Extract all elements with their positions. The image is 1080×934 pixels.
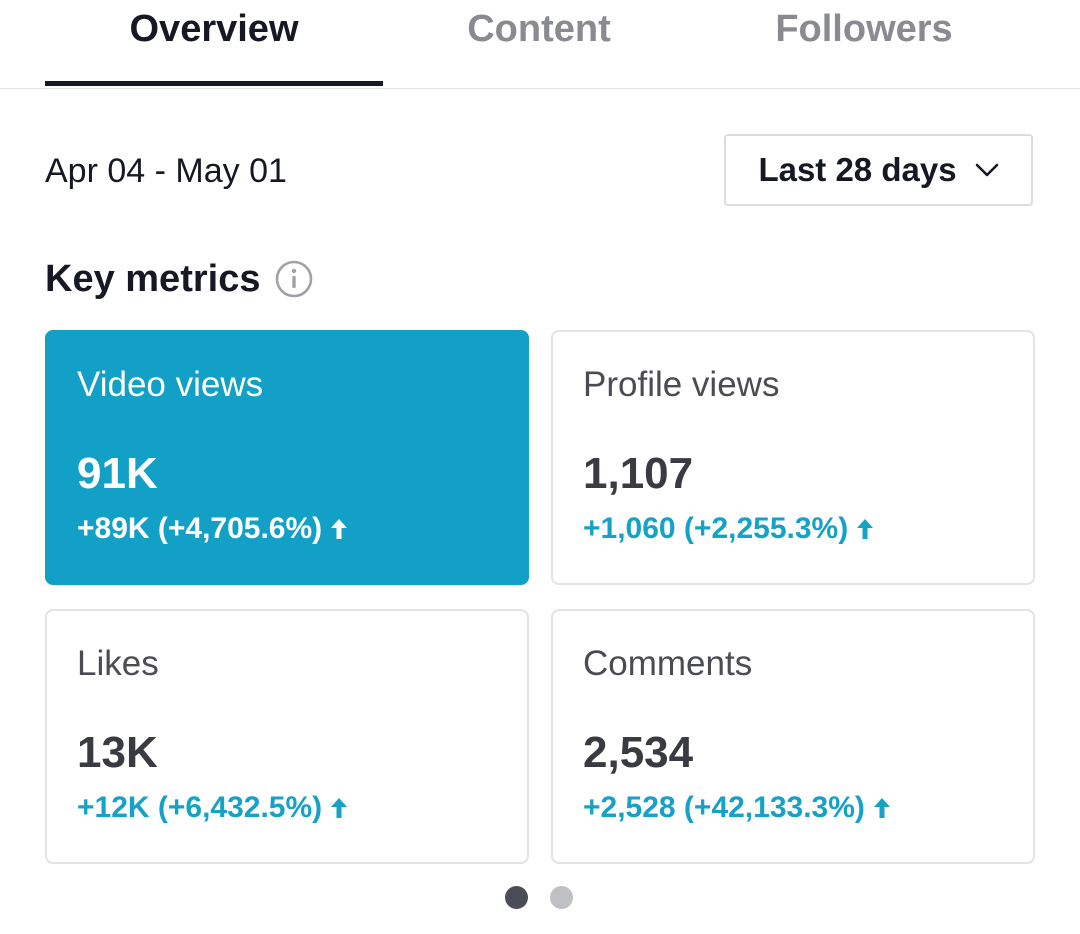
info-icon[interactable]: [274, 259, 314, 299]
date-range-text: Apr 04 - May 01: [45, 152, 287, 190]
chevron-down-icon: [975, 163, 999, 177]
metric-card-video-views[interactable]: Video views 91K +89K (+4,705.6%): [45, 330, 529, 585]
metric-card-likes[interactable]: Likes 13K +12K (+6,432.5%): [45, 609, 529, 864]
metric-label: Video views: [77, 365, 264, 404]
metric-change-text: +2,528 (+42,133.3%): [583, 791, 865, 824]
metric-value: 13K: [77, 728, 158, 777]
pagination-dots: [505, 886, 573, 909]
metric-change-text: +12K (+6,432.5%): [77, 791, 323, 824]
period-dropdown[interactable]: Last 28 days: [724, 134, 1033, 206]
pagination-dot-2[interactable]: [550, 886, 573, 909]
metric-value: 2,534: [583, 728, 694, 777]
tab-followers[interactable]: Followers: [695, 0, 1033, 86]
metric-value: 1,107: [583, 449, 694, 498]
key-metrics-title: Key metrics: [45, 258, 261, 300]
period-dropdown-label: Last 28 days: [758, 151, 957, 188]
metric-change: +1,060 (+2,255.3%): [583, 510, 874, 548]
arrow-up-icon: [856, 518, 874, 540]
tab-overview[interactable]: Overview: [45, 0, 383, 86]
tab-content[interactable]: Content: [370, 0, 708, 86]
metric-change-text: +1,060 (+2,255.3%): [583, 512, 849, 545]
metric-change: +89K (+4,705.6%): [77, 510, 348, 548]
metric-change-text: +89K (+4,705.6%): [77, 512, 323, 545]
metric-card-comments[interactable]: Comments 2,534 +2,528 (+42,133.3%): [551, 609, 1035, 864]
pagination-dot-1[interactable]: [505, 886, 528, 909]
arrow-up-icon: [330, 518, 348, 540]
tab-content-label: Content: [467, 8, 611, 50]
tab-overview-label: Overview: [129, 8, 299, 50]
metric-card-profile-views[interactable]: Profile views 1,107 +1,060 (+2,255.3%): [551, 330, 1035, 585]
tab-followers-label: Followers: [775, 8, 953, 50]
metric-label: Profile views: [583, 365, 780, 404]
arrow-up-icon: [330, 797, 348, 819]
tab-active-indicator: [45, 81, 383, 86]
metric-label: Comments: [583, 644, 753, 683]
metric-label: Likes: [77, 644, 159, 683]
metric-value: 91K: [77, 449, 158, 498]
metric-change: +2,528 (+42,133.3%): [583, 789, 891, 827]
metric-change: +12K (+6,432.5%): [77, 789, 348, 827]
key-metrics-heading: Key metrics: [45, 255, 314, 303]
tab-bar: Overview Content Followers: [0, 0, 1080, 89]
arrow-up-icon: [873, 797, 891, 819]
